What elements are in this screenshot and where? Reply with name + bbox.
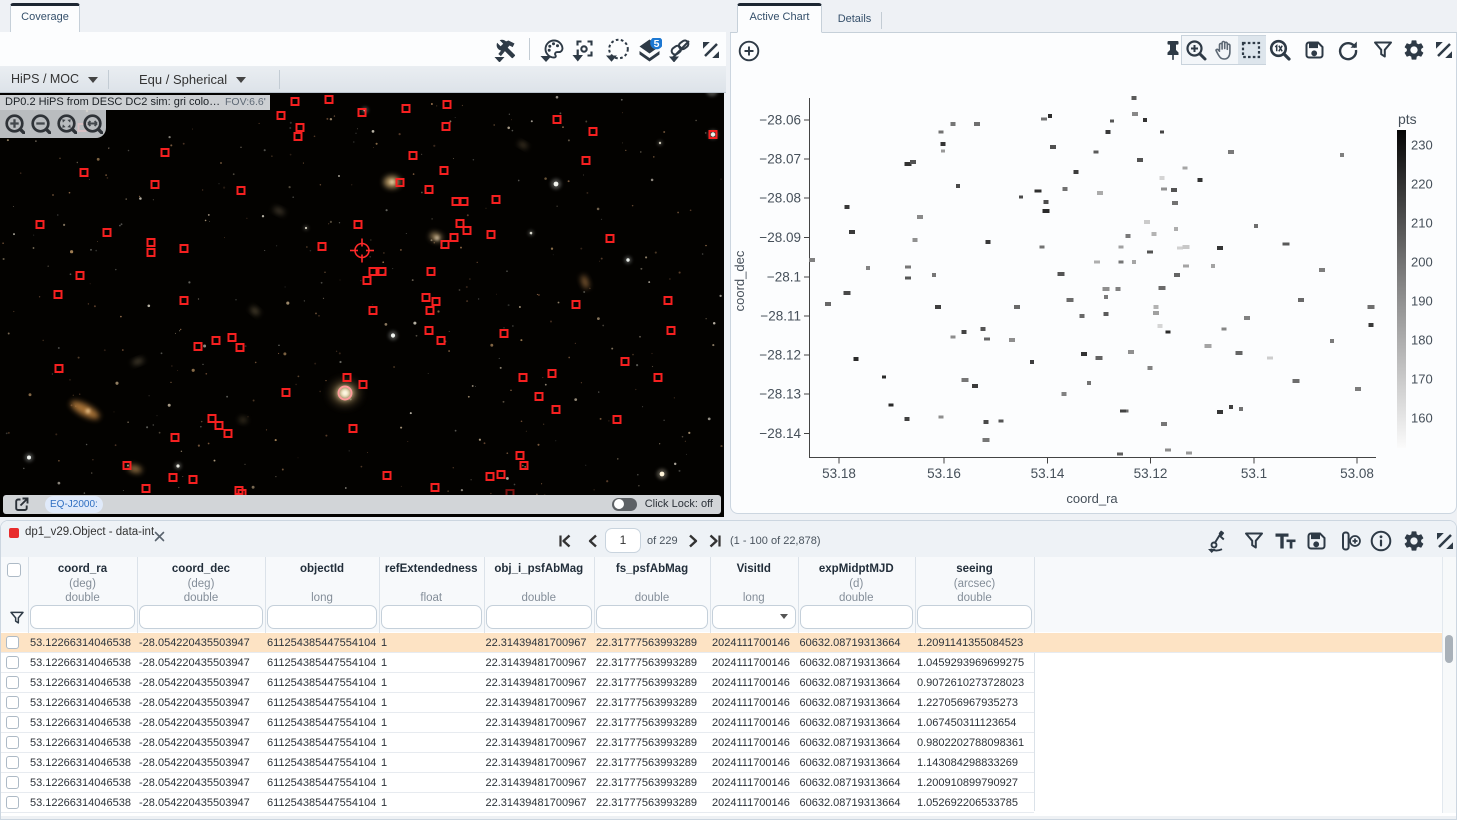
svg-text:coord_dec: coord_dec xyxy=(732,250,747,311)
svg-text:−28.11: −28.11 xyxy=(760,309,801,324)
svg-text:−28.14: −28.14 xyxy=(759,426,801,441)
svg-text:−28.08: −28.08 xyxy=(759,191,801,206)
svg-text:53.14: 53.14 xyxy=(1031,466,1065,481)
svg-text:230: 230 xyxy=(1411,138,1433,153)
svg-text:pts: pts xyxy=(1398,111,1417,127)
svg-text:53.18: 53.18 xyxy=(822,466,856,481)
svg-text:53.1: 53.1 xyxy=(1241,466,1267,481)
svg-text:−28.13: −28.13 xyxy=(759,387,801,402)
svg-text:coord_ra: coord_ra xyxy=(1066,491,1118,506)
svg-text:−28.09: −28.09 xyxy=(759,230,801,245)
svg-text:190: 190 xyxy=(1411,294,1433,309)
svg-text:210: 210 xyxy=(1411,216,1433,231)
svg-text:220: 220 xyxy=(1411,177,1433,192)
svg-text:−28.07: −28.07 xyxy=(759,152,801,167)
svg-text:−28.12: −28.12 xyxy=(759,348,801,363)
svg-text:180: 180 xyxy=(1411,333,1433,348)
svg-text:200: 200 xyxy=(1411,255,1433,270)
svg-text:−28.06: −28.06 xyxy=(759,113,801,128)
svg-text:−28.1: −28.1 xyxy=(767,270,801,285)
svg-text:53.08: 53.08 xyxy=(1340,466,1374,481)
svg-text:53.12: 53.12 xyxy=(1134,466,1168,481)
svg-text:170: 170 xyxy=(1411,372,1433,387)
svg-text:5: 5 xyxy=(654,38,660,50)
svg-text:53.16: 53.16 xyxy=(927,466,961,481)
svg-text:160: 160 xyxy=(1411,411,1433,426)
